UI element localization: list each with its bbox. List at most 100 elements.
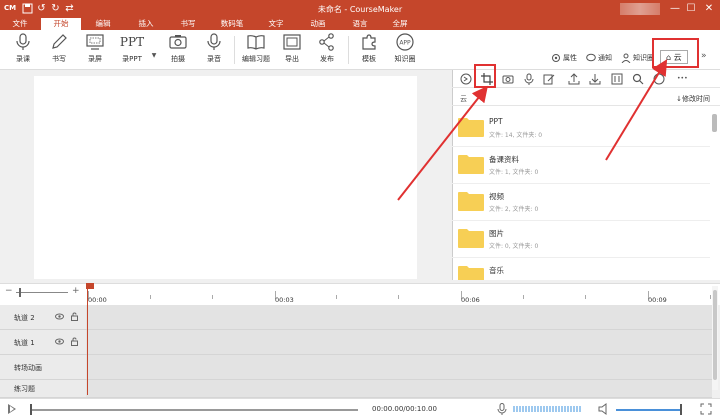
list-item[interactable]: 图片 文件: 0, 文件夹: 0 — [452, 221, 710, 258]
tab-fullscreen[interactable]: 全屏 — [380, 18, 420, 30]
track-2: 轨道 2 — [0, 305, 712, 330]
tick-label: 00:09 — [648, 296, 667, 304]
tick-label: 00:00 — [88, 296, 107, 304]
upload-icon[interactable] — [568, 73, 580, 85]
knowledge-circle-link[interactable]: 知识圈 — [621, 52, 654, 64]
tab-insert[interactable]: 插入 — [126, 18, 166, 30]
tab-animation[interactable]: 动画 — [298, 18, 338, 30]
properties-button[interactable]: 属性 — [551, 52, 577, 64]
tab-start[interactable]: 开始 — [41, 18, 81, 30]
export-button[interactable]: 导出 — [276, 33, 308, 67]
menu-bar: 文件 开始 编辑 插入 书写 数码笔 文字 动画 语言 全屏 — [0, 18, 720, 30]
cloud-button[interactable]: ⌂ 云 — [660, 50, 688, 64]
publish-button[interactable]: 发布 — [311, 33, 343, 67]
microphone-icon — [16, 33, 30, 50]
record-ppt-button[interactable]: PPT 录PPT — [115, 33, 149, 67]
template-button[interactable]: 模板 — [353, 33, 385, 67]
zoom-slider-thumb[interactable] — [19, 288, 21, 297]
tab-text[interactable]: 文字 — [256, 18, 296, 30]
speaker-icon[interactable] — [598, 403, 610, 415]
refresh-icon[interactable] — [460, 73, 472, 85]
mic-icon[interactable] — [497, 403, 507, 415]
toolbar-divider — [348, 36, 349, 64]
gear-icon — [552, 54, 560, 62]
level-segment — [564, 406, 566, 412]
record-lesson-button[interactable]: 录课 — [7, 33, 39, 67]
knowledge-circle-button[interactable]: APP 知识圈 — [389, 33, 421, 67]
user-account[interactable] — [620, 3, 660, 15]
more-menu-icon[interactable]: ••• — [677, 73, 693, 85]
download-icon[interactable] — [589, 73, 601, 85]
track-1: 轨道 1 — [0, 330, 712, 355]
level-segment — [519, 406, 521, 412]
timeline-scrollbar[interactable] — [712, 286, 718, 390]
track-lane[interactable] — [86, 330, 712, 354]
crop-highlight-box — [474, 64, 496, 88]
minimize-button[interactable]: — — [668, 2, 682, 16]
capture-button[interactable]: 拍摄 — [162, 33, 194, 67]
tab-write[interactable]: 书写 — [168, 18, 208, 30]
zoom-out-button[interactable]: − — [5, 286, 13, 296]
lock-icon[interactable] — [70, 312, 79, 321]
volume-slider[interactable] — [616, 409, 682, 411]
close-button[interactable]: ✕ — [702, 2, 716, 16]
maximize-button[interactable]: ☐ — [684, 2, 698, 16]
lock-icon[interactable] — [70, 337, 79, 346]
transition-track: 转场动画 — [0, 355, 712, 380]
expand-chevron-icon[interactable]: » — [701, 51, 707, 61]
screen-icon — [86, 34, 104, 50]
toolbar-divider — [234, 36, 235, 64]
folder-icon — [458, 192, 484, 211]
list-item[interactable]: 备课资料 文件: 1, 文件夹: 0 — [452, 147, 710, 184]
mic-icon[interactable] — [523, 73, 535, 85]
zoom-in-button[interactable]: + — [72, 286, 80, 296]
list-item[interactable]: 视频 文件: 2, 文件夹: 0 — [452, 184, 710, 221]
app-icon: APP — [396, 33, 414, 51]
list-item[interactable]: 音乐 — [452, 258, 710, 280]
track-lane[interactable] — [86, 355, 712, 379]
level-segment — [567, 406, 569, 412]
notify-button[interactable]: 通知 — [586, 52, 612, 64]
window-title: 未命名 - CourseMaker — [317, 5, 403, 14]
write-button[interactable]: 书写 — [43, 33, 75, 67]
tab-file[interactable]: 文件 — [0, 18, 40, 30]
sort-by-modified[interactable]: ↓修改时间 — [676, 94, 710, 104]
screen-record-button[interactable]: 录屏 — [79, 33, 111, 67]
track-lane[interactable] — [86, 305, 712, 329]
level-segment — [540, 406, 542, 412]
list-item[interactable]: PPT 文件: 14, 文件夹: 0 — [452, 110, 710, 147]
tab-edit[interactable]: 编辑 — [83, 18, 123, 30]
seek-bar[interactable] — [30, 409, 358, 411]
people-icon — [621, 53, 631, 63]
eye-icon[interactable] — [55, 312, 64, 321]
audio-level-meter — [513, 406, 581, 412]
share-icon — [319, 33, 334, 51]
folder-icon — [458, 229, 484, 248]
tick-label: 00:06 — [461, 296, 480, 304]
tab-digital-pen[interactable]: 数码笔 — [212, 18, 252, 30]
film-icon — [283, 34, 301, 50]
audio-record-button[interactable]: 录音 — [198, 33, 230, 67]
search-icon[interactable] — [632, 73, 644, 85]
edit-icon[interactable] — [543, 73, 555, 85]
edit-exercise-button[interactable]: 编辑习题 — [239, 33, 273, 67]
camera-icon[interactable] — [502, 73, 514, 85]
eye-icon[interactable] — [55, 337, 64, 346]
panel-scrollbar[interactable] — [712, 114, 717, 132]
level-segment — [537, 406, 539, 412]
ribbon-toolbar: 录课 书写 录屏 PPT 录PPT ▼ 拍摄 录音 编辑习题 导出 发布 模板 — [0, 30, 720, 70]
slide-canvas[interactable] — [34, 76, 417, 279]
fullscreen-icon[interactable] — [700, 403, 712, 415]
sort-icon[interactable] — [611, 73, 623, 85]
seek-thumb[interactable] — [30, 404, 32, 415]
level-segment — [513, 406, 515, 412]
playhead-line — [87, 289, 88, 395]
volume-thumb[interactable] — [680, 404, 682, 415]
panel-path-header: 云 ↓修改时间 — [452, 92, 720, 106]
help-icon[interactable] — [653, 73, 665, 85]
tab-language[interactable]: 语言 — [340, 18, 380, 30]
ppt-icon: PPT — [119, 35, 145, 49]
time-ruler[interactable]: 00:00 00:03 00:06 00:09 — [86, 283, 712, 305]
zoom-slider[interactable] — [16, 292, 68, 293]
track-lane[interactable] — [86, 380, 712, 397]
